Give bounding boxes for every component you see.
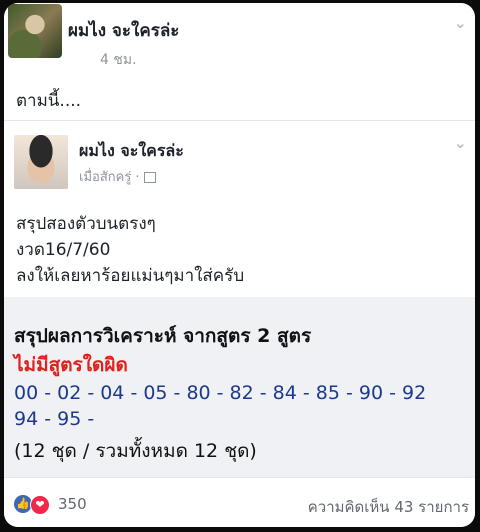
shared-post: ผมไง จะใครล่ะ เมื่อสักครู่ · ⌄ สรุปสองตั… — [4, 120, 475, 477]
post-header: ผมไง จะใครล่ะ 4 ชม. ⌄ — [4, 3, 475, 81]
shared-avatar[interactable] — [14, 135, 68, 189]
shared-text: สรุปสองตัวบนตรงๆ งวด16/7/60 ลงให้เลยหาร้… — [16, 211, 244, 289]
post-footer: 👍 ❤ 350 ความคิดเห็น 43 รายการ — [4, 477, 475, 527]
comments-count[interactable]: ความคิดเห็น 43 รายการ — [308, 495, 469, 519]
chevron-down-icon[interactable]: ⌄ — [454, 13, 467, 32]
post-time[interactable]: 4 ชม. — [100, 49, 137, 71]
shared-line: ลงให้เลยหาร้อยแม่นๆมาใส่ครับ — [16, 266, 245, 286]
shared-time[interactable]: เมื่อสักครู่ · — [79, 166, 156, 187]
love-icon[interactable]: ❤ — [30, 495, 50, 515]
shared-time-text: เมื่อสักครู่ · — [79, 170, 140, 185]
post-author[interactable]: ผมไง จะใครล่ะ — [68, 17, 179, 44]
number-line: 00 - 02 - 04 - 05 - 80 - 82 - 84 - 85 - … — [14, 382, 427, 404]
chevron-down-icon[interactable]: ⌄ — [454, 133, 467, 152]
shared-line: งวด16/7/60 — [16, 240, 111, 260]
number-list: 00 - 02 - 04 - 05 - 80 - 82 - 84 - 85 - … — [14, 380, 464, 432]
summary-warning: ไม่มีสูตรใดผิด — [14, 354, 128, 376]
reactions-count[interactable]: 350 — [58, 495, 87, 513]
summary-title: สรุปผลการวิเคราะห์ จากสูตร 2 สูตร — [14, 325, 312, 347]
summary-box: สรุปผลการวิเคราะห์ จากสูตร 2 สูตร ไม่มีส… — [4, 297, 475, 477]
shared-author[interactable]: ผมไง จะใครล่ะ — [79, 139, 184, 164]
summary-count: (12 ชุด / รวมทั้งหมด 12 ชุด) — [14, 440, 257, 462]
number-line: 94 - 95 - — [14, 408, 95, 430]
photo-icon — [143, 172, 156, 183]
post-card: ผมไง จะใครล่ะ 4 ชม. ⌄ ตามนี้.... ผมไง จะ… — [4, 3, 475, 527]
avatar[interactable] — [8, 4, 62, 58]
shared-line: สรุปสองตัวบนตรงๆ — [16, 214, 156, 234]
post-text: ตามนี้.... — [16, 91, 82, 111]
